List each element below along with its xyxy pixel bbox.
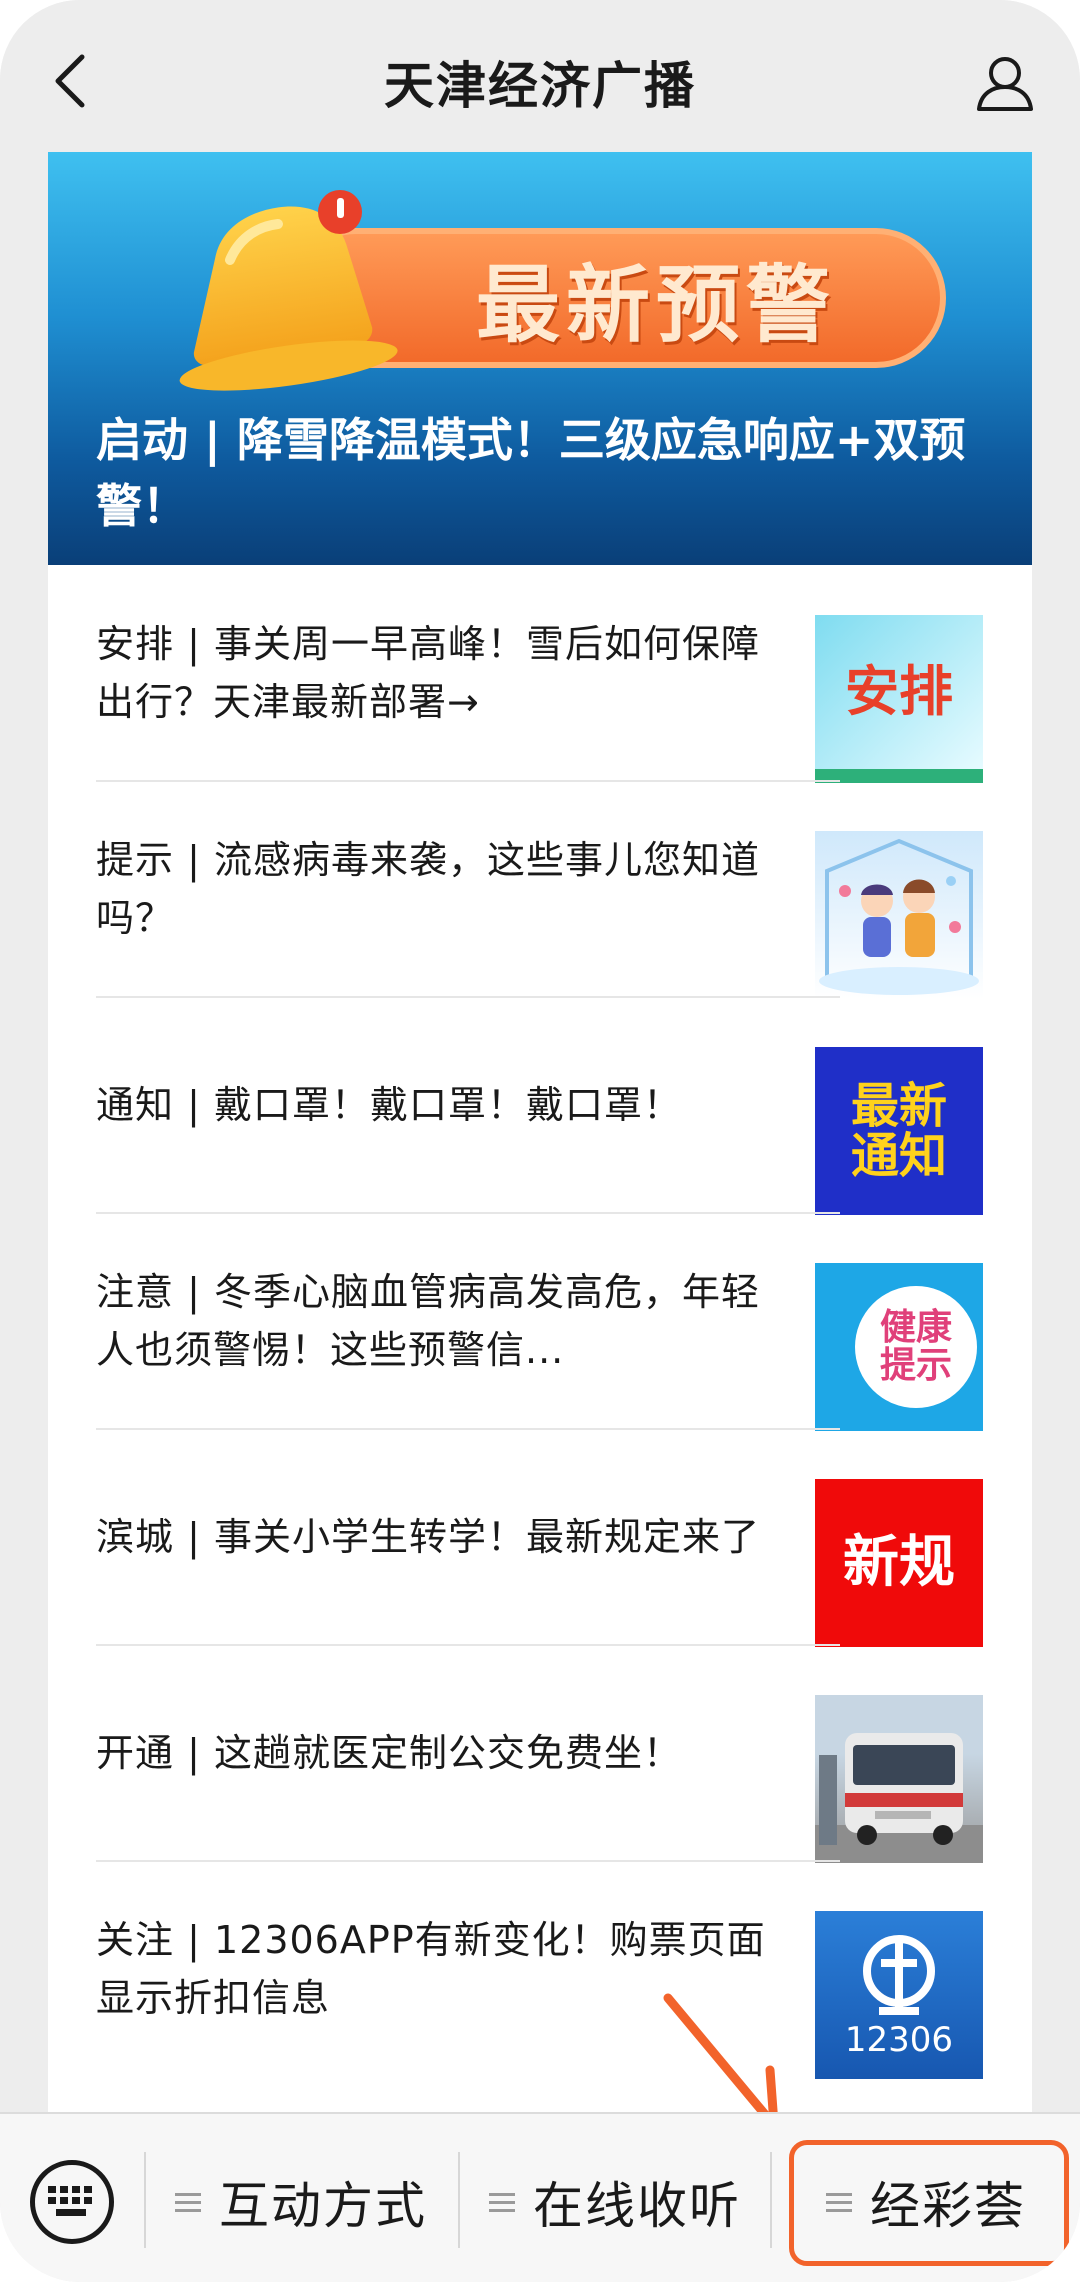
health-tip-badge: 健康提示 xyxy=(855,1286,977,1408)
thumbnail-label: 安排 xyxy=(845,659,953,723)
bottom-menu-bar: 互动方式 在线收听 经彩荟 xyxy=(0,2112,1080,2282)
banner-badge-text: 最新预警 xyxy=(475,255,836,354)
banner-headline: 启动 | 降雪降温模式！三级应急响应+双预警！ xyxy=(96,413,966,533)
article-thumbnail: 新规 xyxy=(815,1479,983,1647)
menu-lines-icon xyxy=(489,2188,515,2217)
thumbnail-label: 健康提示 xyxy=(879,1307,952,1386)
page-title: 天津经济广播 xyxy=(384,57,696,115)
list-item[interactable]: 提示 | 流感病毒来袭，这些事儿您知道吗？ xyxy=(48,781,1032,999)
article-title: 通知 | 戴口罩！戴口罩！戴口罩！ xyxy=(96,1083,682,1127)
list-item[interactable]: 开通 | 这趟就医定制公交免费坐！ xyxy=(48,1645,1032,1863)
railway-logo-icon xyxy=(863,1935,935,2016)
article-title: 滨城 | 事关小学生转学！最新规定来了 xyxy=(96,1515,760,1559)
thumbnail-label: 新规 xyxy=(843,1529,955,1595)
article-title: 开通 | 这趟就医定制公交免费坐！ xyxy=(96,1731,682,1775)
menu-interaction-methods[interactable]: 互动方式 xyxy=(146,2154,456,2250)
menu-lines-icon xyxy=(175,2188,201,2217)
user-icon xyxy=(977,57,1033,111)
article-title: 提示 | 流感病毒来袭，这些事儿您知道吗？ xyxy=(96,838,760,940)
keyboard-icon xyxy=(48,2186,92,2216)
article-title: 安排 | 事关周一早高峰！雪后如何保障出行？天津最新部署→ xyxy=(96,622,760,724)
keyboard-toggle-button[interactable] xyxy=(30,2160,114,2244)
article-thumbnail xyxy=(815,1695,983,1863)
article-thumbnail xyxy=(815,831,983,999)
menu-online-listening[interactable]: 在线收听 xyxy=(460,2154,770,2250)
article-list-card: 最新预警 启动 | 降雪降温模式！三级应急响应+双预警！ 安排 | 事关周一早高… xyxy=(48,152,1032,2112)
article-thumbnail: 安排 xyxy=(815,615,983,783)
thumbnail-label: 最新通知 xyxy=(850,1077,947,1184)
article-thumbnail: 12306 xyxy=(815,1911,983,2079)
article-thumbnail: 健康提示 xyxy=(815,1263,983,1431)
list-item[interactable]: 关注 | 12306APP有新变化！购票页面显示折扣信息 12306 xyxy=(48,1861,1032,2079)
list-item[interactable]: 滨城 | 事关小学生转学！最新规定来了 新规 xyxy=(48,1429,1032,1647)
list-item[interactable]: 通知 | 戴口罩！戴口罩！戴口罩！ 最新通知 xyxy=(48,997,1032,1215)
menu-label: 在线收听 xyxy=(533,2177,741,2235)
top-navigation-bar: 天津经济广播 xyxy=(0,0,1080,152)
article-list: 安排 | 事关周一早高峰！雪后如何保障出行？天津最新部署→ 安排 提示 | 流感… xyxy=(48,565,1032,2079)
bus-photo xyxy=(815,1733,983,1863)
article-thumbnail: 最新通知 xyxy=(815,1047,983,1215)
featured-banner[interactable]: 最新预警 启动 | 降雪降温模式！三级应急响应+双预警！ xyxy=(48,152,1032,565)
menu-label: 互动方式 xyxy=(219,2177,427,2235)
winter-kids-illustration xyxy=(819,838,979,995)
list-item[interactable]: 安排 | 事关周一早高峰！雪后如何保障出行？天津最新部署→ 安排 xyxy=(48,565,1032,783)
thumbnail-label: 12306 xyxy=(844,2020,954,2061)
highlight-box xyxy=(789,2140,1069,2266)
article-title: 注意 | 冬季心脑血管病高发高危，年轻人也须警惕！这些预警信... xyxy=(96,1270,760,1372)
bell-icon xyxy=(179,190,398,391)
profile-button[interactable] xyxy=(970,48,1040,118)
list-item[interactable]: 注意 | 冬季心脑血管病高发高危，年轻人也须警惕！这些预警信... 健康提示 xyxy=(48,1213,1032,1431)
phone-screen: 天津经济广播 最新预警 启动 | 降雪降温模式！三级应急响应+双预警！ 安排 |… xyxy=(0,0,1080,2282)
